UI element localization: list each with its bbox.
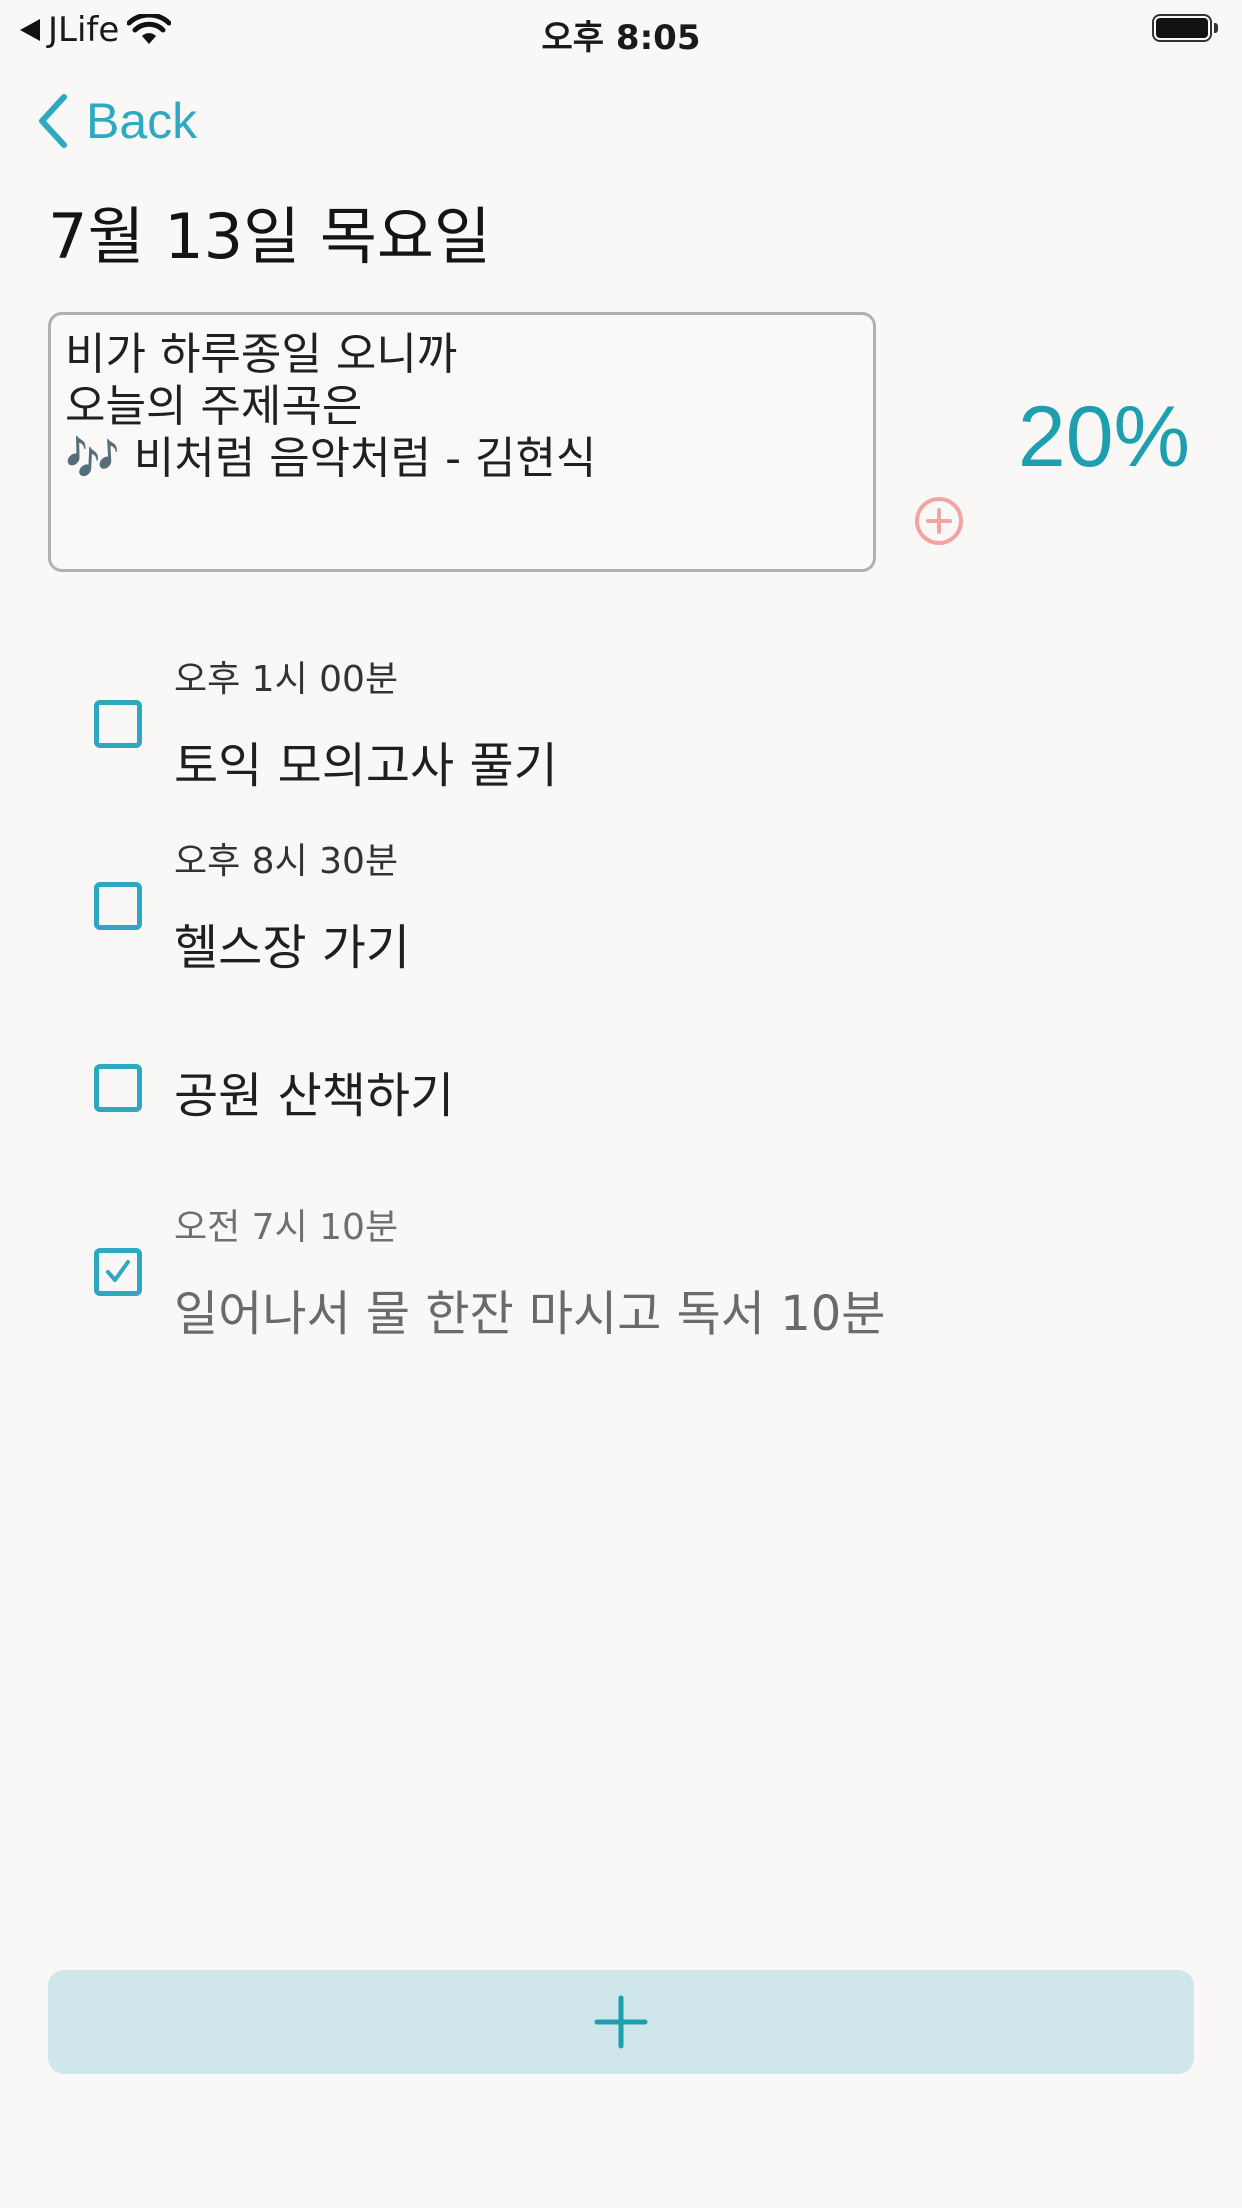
todo-checkbox-checked[interactable]	[94, 1248, 142, 1296]
page-title: 7월 13일 목요일	[48, 200, 491, 273]
todo-checkbox[interactable]	[94, 882, 142, 930]
status-bar: JLife 오후 8:05	[0, 0, 1242, 60]
status-time: 오후 8:05	[541, 18, 701, 58]
back-button[interactable]: Back	[36, 92, 197, 150]
todo-title[interactable]: 일어나서 물 한잔 마시고 독서 10분	[174, 1274, 885, 1344]
todo-checkbox[interactable]	[94, 700, 142, 748]
memo-line: 비가 하루종일 오니까	[65, 329, 458, 380]
back-label: Back	[86, 93, 198, 149]
memo-textarea[interactable]: 비가 하루종일 오니까 오늘의 주제곡은 🎶 비처럼 음악처럼 - 김현식	[48, 312, 876, 572]
todo-title[interactable]: 토익 모의고사 풀기	[174, 726, 558, 796]
todo-time: 오후 1시 00분	[174, 659, 399, 700]
memo-line: 오늘의 주제곡은	[65, 381, 363, 432]
battery-icon	[1152, 14, 1222, 46]
add-todo-button[interactable]	[48, 1970, 1194, 2074]
plus-circle-icon[interactable]	[914, 496, 964, 546]
chevron-left-icon	[39, 94, 67, 148]
memo-line: 🎶 비처럼 음악처럼 - 김현식	[65, 433, 597, 484]
plus-icon	[594, 1995, 648, 2049]
todo-title[interactable]: 헬스장 가기	[174, 908, 410, 978]
todo-title[interactable]: 공원 산책하기	[174, 1056, 454, 1126]
checkmark-icon	[106, 1260, 130, 1282]
todo-checkbox[interactable]	[94, 1064, 142, 1112]
progress-percent: 20%	[1017, 389, 1190, 485]
todo-time: 오전 7시 10분	[174, 1207, 399, 1248]
todo-time: 오후 8시 30분	[174, 841, 399, 882]
